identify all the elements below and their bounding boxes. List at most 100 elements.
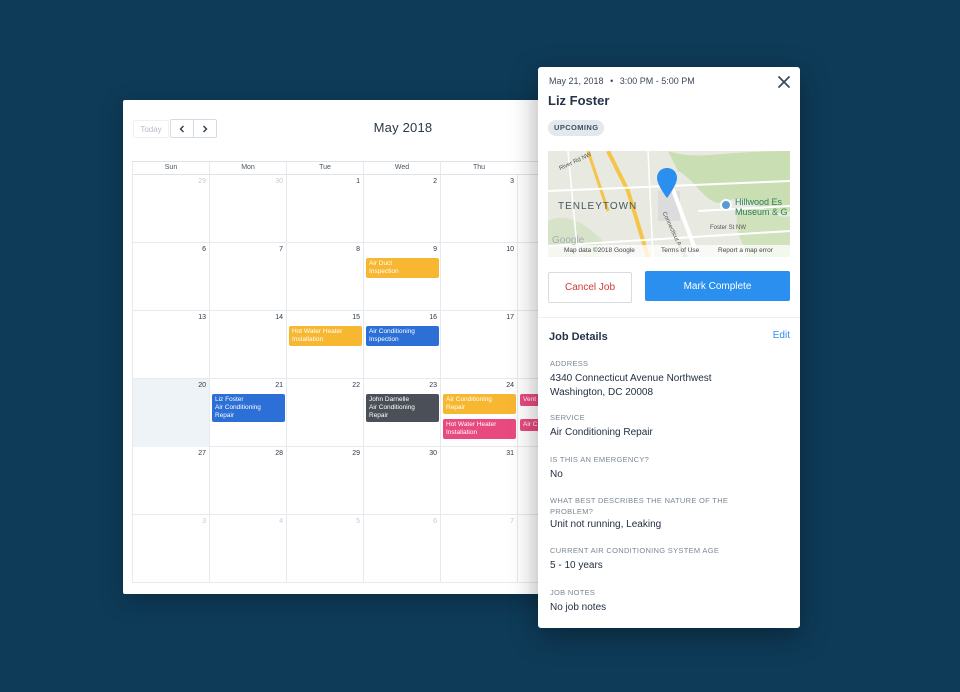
map-terms-link[interactable]: Terms of Use xyxy=(661,245,699,257)
day-number: 10 xyxy=(506,246,514,253)
event-text-line: Air Conditioning xyxy=(369,328,415,335)
calendar-day-cell[interactable]: 7 xyxy=(209,243,286,311)
calendar-day-cell[interactable]: 6 xyxy=(363,515,440,583)
calendar-day-cell[interactable]: 31 xyxy=(440,447,517,515)
calendar-event[interactable]: Hot Water Heater Installation xyxy=(289,326,362,346)
field-label-problem: WHAT BEST DESCRIBES THE NATURE OF THE PR… xyxy=(550,496,729,516)
calendar-day-cell[interactable]: 30 xyxy=(209,175,286,243)
calendar-day-cell[interactable]: 21 Liz Foster Air Conditioning Repair xyxy=(209,379,286,447)
map-pin-icon[interactable] xyxy=(656,167,678,199)
event-text-line: Installation xyxy=(292,336,324,343)
field-value-address: 4340 Connecticut Avenue Northwest Washin… xyxy=(550,372,712,400)
calendar-day-cell[interactable]: 13 xyxy=(132,311,209,379)
map-attribution: Map data ©2018 Google xyxy=(564,247,635,254)
calendar-day-cell[interactable]: 29 xyxy=(286,447,363,515)
calendar-day-cell[interactable]: 5 xyxy=(286,515,363,583)
location-map[interactable]: River Rd NW Connecticut Ave NW Foster St… xyxy=(548,151,790,257)
calendar-week-row: 6 7 8 9 Air Duct Inspection 10 xyxy=(132,243,553,311)
calendar-event[interactable]: Air Conditioning Repair xyxy=(443,394,516,414)
field-label-address: ADDRESS xyxy=(550,359,589,368)
appointment-datetime: May 21, 2018 • 3:00 PM - 5:00 PM xyxy=(549,76,695,86)
edit-link[interactable]: Edit xyxy=(773,330,790,341)
map-poi-line1: Hillwood Es xyxy=(735,197,783,207)
map-poi-icon[interactable] xyxy=(720,199,732,211)
calendar-day-cell[interactable]: 3 xyxy=(132,515,209,583)
day-number: 23 xyxy=(429,382,437,389)
weekday-header: Sun xyxy=(132,162,209,174)
calendar-grid: Sun Mon Tue Wed Thu 29 30 1 2 3 6 7 8 9 Air Duct Inspe… xyxy=(132,161,553,583)
field-value-job-notes: No job notes xyxy=(550,602,607,613)
day-number: 7 xyxy=(279,246,283,253)
calendar-week-row: 27 28 29 30 31 xyxy=(132,447,553,515)
calendar-day-cell[interactable]: 24 Air Conditioning Repair Hot Water Heater… xyxy=(440,379,517,447)
calendar-day-cell[interactable]: 22 xyxy=(286,379,363,447)
calendar-week-row: 20 21 Liz Foster Air Conditioning Repair 22 23… xyxy=(132,379,553,447)
calendar-day-cell[interactable]: 8 xyxy=(286,243,363,311)
map-report-link[interactable]: Report a map error xyxy=(718,245,773,257)
day-number: 22 xyxy=(352,382,360,389)
event-text-line: Air Conditioning xyxy=(215,404,261,411)
calendar-day-cell[interactable]: 9 Air Duct Inspection xyxy=(363,243,440,311)
weekday-header-row: Sun Mon Tue Wed Thu xyxy=(132,161,553,175)
day-number: 13 xyxy=(198,314,206,321)
calendar-day-cell[interactable]: 23 John Darnelle Air Conditioning Repair xyxy=(363,379,440,447)
day-number: 28 xyxy=(275,450,283,457)
address-line2: Washington, DC 20008 xyxy=(550,387,654,398)
calendar-day-cell[interactable]: 1 xyxy=(286,175,363,243)
calendar-day-cell[interactable]: 28 xyxy=(209,447,286,515)
day-number: 29 xyxy=(352,450,360,457)
calendar-week-row: 29 30 1 2 3 xyxy=(132,175,553,243)
weekday-header: Tue xyxy=(286,162,363,174)
day-number: 9 xyxy=(433,246,437,253)
calendar-day-cell[interactable]: 29 xyxy=(132,175,209,243)
event-text-line: Inspection xyxy=(369,268,399,275)
calendar-day-cell[interactable]: 14 xyxy=(209,311,286,379)
calendar-event[interactable]: Liz Foster Air Conditioning Repair xyxy=(212,394,285,422)
calendar-event[interactable]: Air Duct Inspection xyxy=(366,258,439,278)
event-text-line: Installation xyxy=(446,429,478,436)
calendar-day-cell[interactable]: 2 xyxy=(363,175,440,243)
day-number: 5 xyxy=(356,518,360,525)
calendar-day-cell[interactable]: 4 xyxy=(209,515,286,583)
day-number: 24 xyxy=(506,382,514,389)
calendar-day-cell[interactable]: 20 xyxy=(132,379,209,447)
day-number: 16 xyxy=(429,314,437,321)
close-button[interactable] xyxy=(776,74,792,90)
event-text-line: Hot Water Heater xyxy=(446,421,497,428)
calendar-day-cell[interactable]: 17 xyxy=(440,311,517,379)
appointment-date: May 21, 2018 xyxy=(549,76,604,86)
mark-complete-button[interactable]: Mark Complete xyxy=(645,271,790,301)
calendar-day-cell[interactable]: 16 Air Conditioning Inspection xyxy=(363,311,440,379)
calendar-day-cell[interactable]: 30 xyxy=(363,447,440,515)
calendar-day-cell[interactable]: 15 Hot Water Heater Installation xyxy=(286,311,363,379)
day-number: 6 xyxy=(433,518,437,525)
calendar-event[interactable]: Hot Water Heater Installation xyxy=(443,419,516,439)
field-label-job-notes: JOB NOTES xyxy=(550,588,596,597)
calendar-day-cell[interactable]: 10 xyxy=(440,243,517,311)
section-divider xyxy=(538,317,800,318)
calendar-event[interactable]: Air Conditioning Inspection xyxy=(366,326,439,346)
event-text-line: Air Conditioning xyxy=(446,396,492,403)
day-number: 2 xyxy=(433,178,437,185)
day-number: 30 xyxy=(275,178,283,185)
day-number: 14 xyxy=(275,314,283,321)
day-number: 27 xyxy=(198,450,206,457)
day-number: 17 xyxy=(506,314,514,321)
calendar-day-cell[interactable]: 27 xyxy=(132,447,209,515)
job-detail-panel: May 21, 2018 • 3:00 PM - 5:00 PM Liz Fos… xyxy=(538,67,800,628)
weekday-header: Thu xyxy=(440,162,517,174)
map-label-road3: Foster St NW xyxy=(710,225,747,231)
event-text-line: Air Conditioning xyxy=(369,404,415,411)
event-text-line: Air Duct xyxy=(369,260,393,267)
calendar-day-cell[interactable]: 7 xyxy=(440,515,517,583)
event-text-line: John Darnelle xyxy=(369,396,410,403)
calendar-event[interactable]: John Darnelle Air Conditioning Repair xyxy=(366,394,439,422)
cancel-job-button[interactable]: Cancel Job xyxy=(548,272,632,303)
event-text-line: Repair xyxy=(446,404,466,411)
event-text-line: Hot Water Heater xyxy=(292,328,343,335)
close-icon xyxy=(778,76,790,88)
field-label-emergency: IS THIS AN EMERGENCY? xyxy=(550,455,650,464)
calendar-day-cell[interactable]: 6 xyxy=(132,243,209,311)
calendar-day-cell[interactable]: 3 xyxy=(440,175,517,243)
customer-name: Liz Foster xyxy=(548,93,610,108)
